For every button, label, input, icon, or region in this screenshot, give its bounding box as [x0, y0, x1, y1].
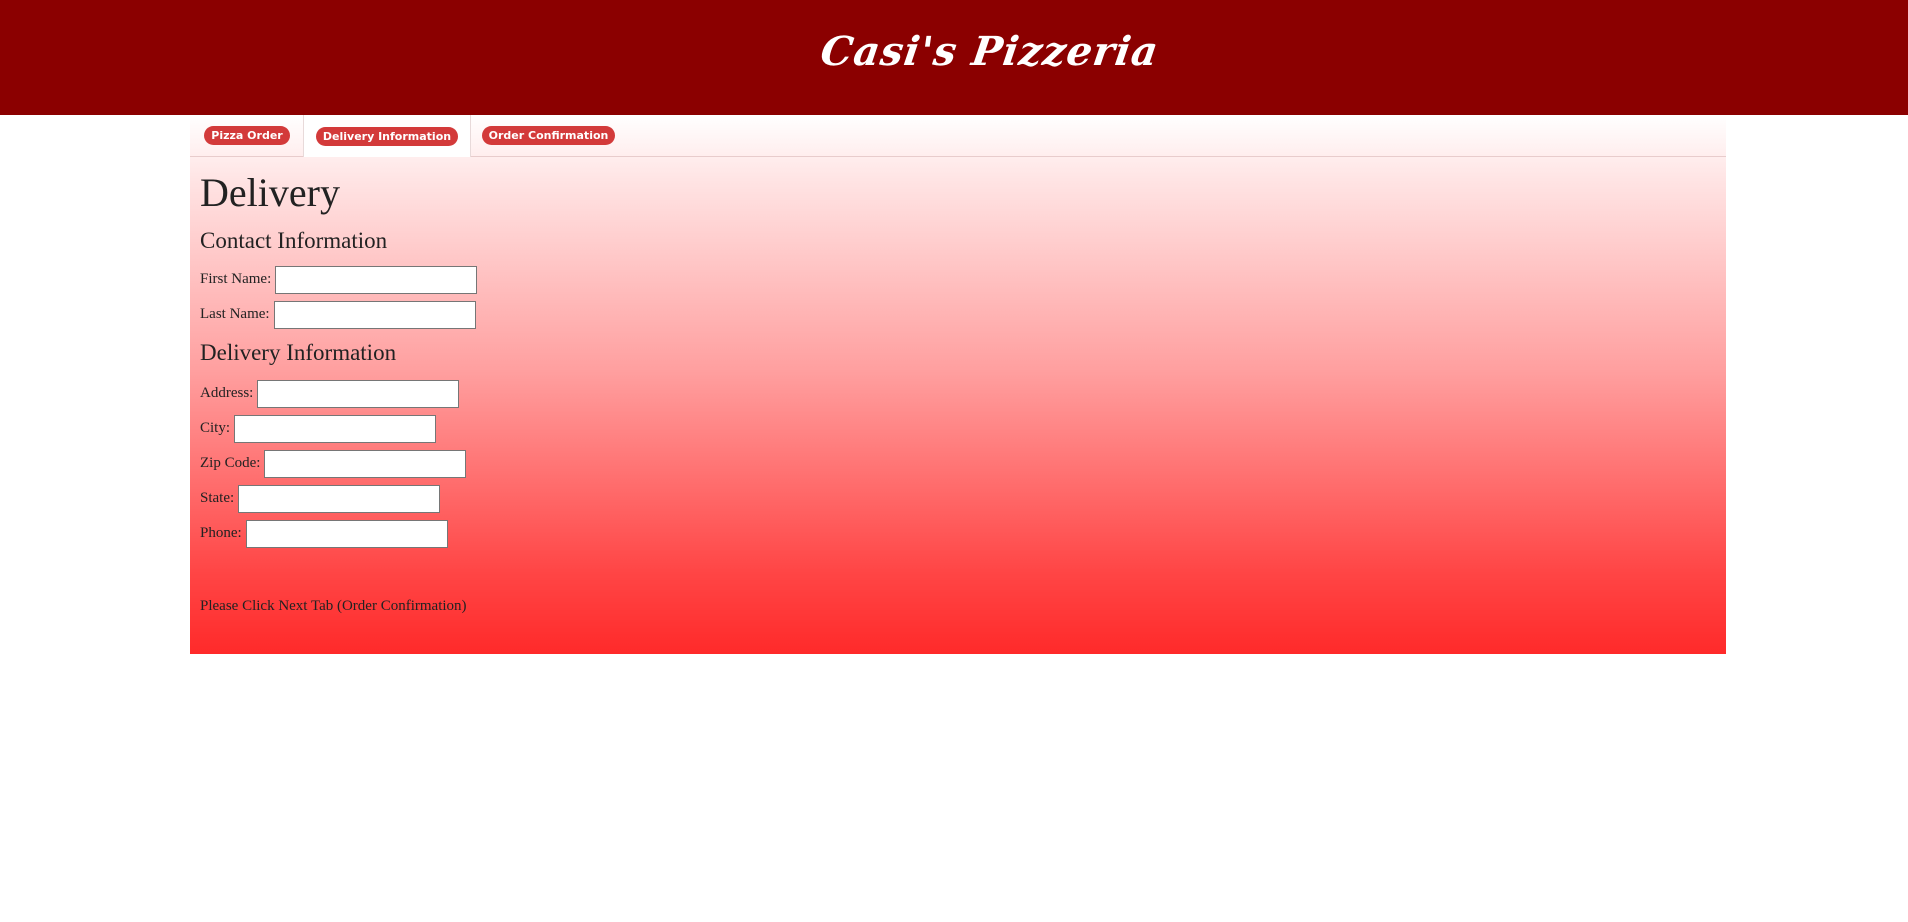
tab-delivery-information[interactable]: Delivery Information: [303, 115, 471, 157]
delivery-information-heading: Delivery Information: [200, 340, 397, 365]
state-label: State:: [200, 490, 235, 506]
phone-label: Phone:: [200, 525, 242, 541]
zip-code-label: Zip Code:: [200, 455, 261, 471]
phone-field[interactable]: [245, 519, 448, 548]
address-label: Address:: [200, 385, 254, 401]
brand-logo-text: Casi's Pizzeria: [817, 28, 1163, 75]
delivery-form: Delivery Contact Information First Name:…: [190, 171, 1726, 615]
contact-information-heading: Contact Information: [200, 228, 388, 253]
address-row: Address:: [200, 376, 1716, 411]
page-title: Delivery: [200, 170, 340, 215]
tab-pizza-order[interactable]: Pizza Order: [190, 115, 304, 156]
phone-row: Phone:: [200, 516, 1716, 551]
last-name-label: Last Name:: [200, 306, 270, 322]
city-field[interactable]: [234, 414, 437, 443]
tab-bar: Pizza Order Delivery Information Order C…: [190, 115, 1726, 157]
next-tab-instruction: Please Click Next Tab (Order Confirmatio…: [200, 598, 467, 614]
city-row: City:: [200, 411, 1716, 446]
tab-order-confirmation-label[interactable]: Order Confirmation: [481, 126, 616, 145]
tab-order-confirmation[interactable]: Order Confirmation: [470, 115, 627, 156]
first-name-row: First Name:: [200, 262, 1716, 297]
first-name-field[interactable]: [275, 265, 478, 294]
first-name-label: First Name:: [200, 271, 272, 287]
last-name-row: Last Name:: [200, 297, 1716, 332]
tab-delivery-information-label[interactable]: Delivery Information: [315, 126, 459, 146]
city-label: City:: [200, 420, 231, 436]
address-field[interactable]: [257, 379, 460, 408]
zip-code-field[interactable]: [264, 449, 467, 478]
tab-pizza-order-label[interactable]: Pizza Order: [204, 126, 290, 145]
zip-code-row: Zip Code:: [200, 446, 1716, 481]
last-name-field[interactable]: [273, 300, 476, 329]
state-field[interactable]: [238, 484, 441, 513]
tab-panel: Pizza Order Delivery Information Order C…: [190, 115, 1726, 654]
site-header: Casi's Pizzeria: [0, 0, 1908, 115]
state-row: State:: [200, 481, 1716, 516]
